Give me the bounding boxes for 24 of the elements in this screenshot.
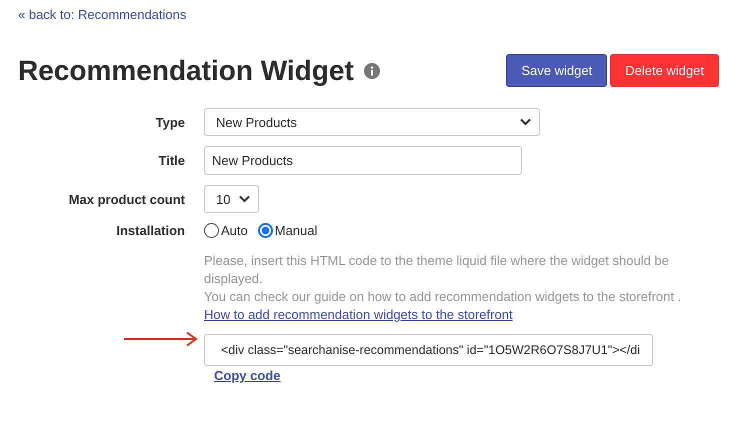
- field-label: Title: [158, 153, 185, 168]
- guide-link[interactable]: How to add recommendation widgets to the storefront: [204, 306, 513, 324]
- radio-button[interactable]: [258, 223, 273, 238]
- help-text: You can check our guide on how to add recommendation widgets to the storefront .: [204, 288, 682, 306]
- count-select[interactable]: 10: [204, 185, 259, 213]
- chevron-down-icon: [239, 195, 250, 203]
- widget-button[interactable]: Delete widget: [610, 54, 719, 87]
- copy-code-link[interactable]: Copy code: [214, 368, 280, 383]
- radio-button[interactable]: [204, 223, 219, 238]
- chevron-down-icon: [520, 118, 531, 126]
- title-input[interactable]: New Products: [204, 146, 522, 175]
- page-title: Recommendation Widget: [18, 54, 354, 86]
- back-link[interactable]: « back to: Recommendations: [18, 7, 186, 22]
- radio-label[interactable]: Auto: [221, 223, 248, 238]
- widget-button[interactable]: Save widget: [506, 54, 608, 87]
- type-select[interactable]: New Products: [204, 108, 540, 136]
- help-text: Please, insert this HTML code to the theme liquid file where the widget should be displayed.: [204, 252, 670, 288]
- field-label: Installation: [115, 223, 185, 238]
- field-label: Max product count: [68, 192, 185, 206]
- code-field[interactable]: <div class="searchanise-recommendations" id="1O5W2R6O7S8J7U1"></di: [204, 334, 654, 366]
- arrow-icon: [123, 331, 199, 347]
- info-icon[interactable]: [364, 62, 380, 78]
- field-label: Type: [154, 114, 185, 130]
- radio-label[interactable]: Manual: [274, 223, 318, 238]
